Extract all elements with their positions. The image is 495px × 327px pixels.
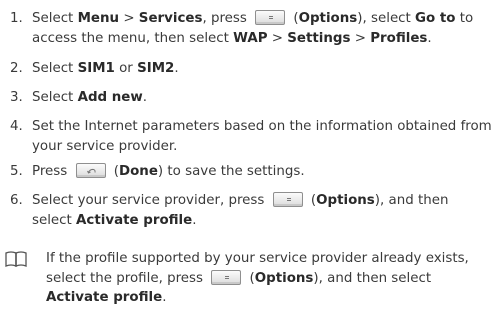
step-number: 2. — [10, 61, 23, 76]
options-term: Options — [254, 270, 314, 286]
step-number: 3. — [10, 90, 23, 105]
step-1: 1. Select Menu > Services, press (Option… — [10, 9, 492, 48]
menu-term: Menu — [77, 11, 120, 26]
note-text: If the profile supported by your service… — [46, 251, 469, 305]
options-softkey-icon — [255, 10, 286, 25]
instruction-page: 1. Select Menu > Services, press (Option… — [0, 0, 495, 327]
options-softkey-icon — [211, 269, 242, 285]
step-6: 6. Select your service provider, press (… — [10, 191, 492, 230]
step-text: Select Menu > Services, press (Options),… — [32, 10, 474, 46]
step-4: 4. Set the Internet parameters based on … — [10, 117, 492, 156]
done-term: Done — [118, 164, 158, 179]
step-text: Select Add new. — [32, 90, 148, 105]
options-softkey-icon — [272, 192, 303, 207]
options-term: Options — [298, 11, 358, 26]
step-text: Select your service provider, press (Opt… — [32, 192, 449, 228]
go-to-term: Go to — [415, 11, 456, 26]
activate-profile-term: Activate profile — [76, 212, 193, 228]
services-term: Services — [138, 11, 203, 26]
step-text: Press (Done) to save the settings. — [32, 163, 305, 179]
step-number: 6. — [10, 193, 23, 208]
profiles-term: Profiles — [370, 30, 428, 46]
step-2: 2. Select SIM1 or SIM2. — [10, 59, 492, 79]
options-term: Options — [316, 193, 375, 208]
step-text: Set the Internet parameters based on the… — [32, 119, 492, 154]
activate-profile-term: Activate profile — [46, 290, 163, 305]
step-text: Select SIM1 or SIM2. — [32, 61, 179, 76]
add-new-term: Add new — [77, 90, 143, 105]
sim1-term: SIM1 — [77, 61, 115, 76]
wap-term: WAP — [233, 30, 268, 46]
step-3: 3. Select Add new. — [10, 88, 492, 108]
step-number: 1. — [10, 11, 23, 26]
step-number: 4. — [10, 119, 23, 134]
back-softkey-icon — [75, 163, 106, 178]
sim2-term: SIM2 — [137, 61, 175, 76]
settings-term: Settings — [287, 30, 351, 46]
book-note-icon — [5, 250, 27, 275]
step-number: 5. — [10, 164, 23, 179]
note-block: If the profile supported by your service… — [0, 249, 495, 308]
step-5: 5. Press (Done) to save the settings. — [10, 162, 492, 182]
